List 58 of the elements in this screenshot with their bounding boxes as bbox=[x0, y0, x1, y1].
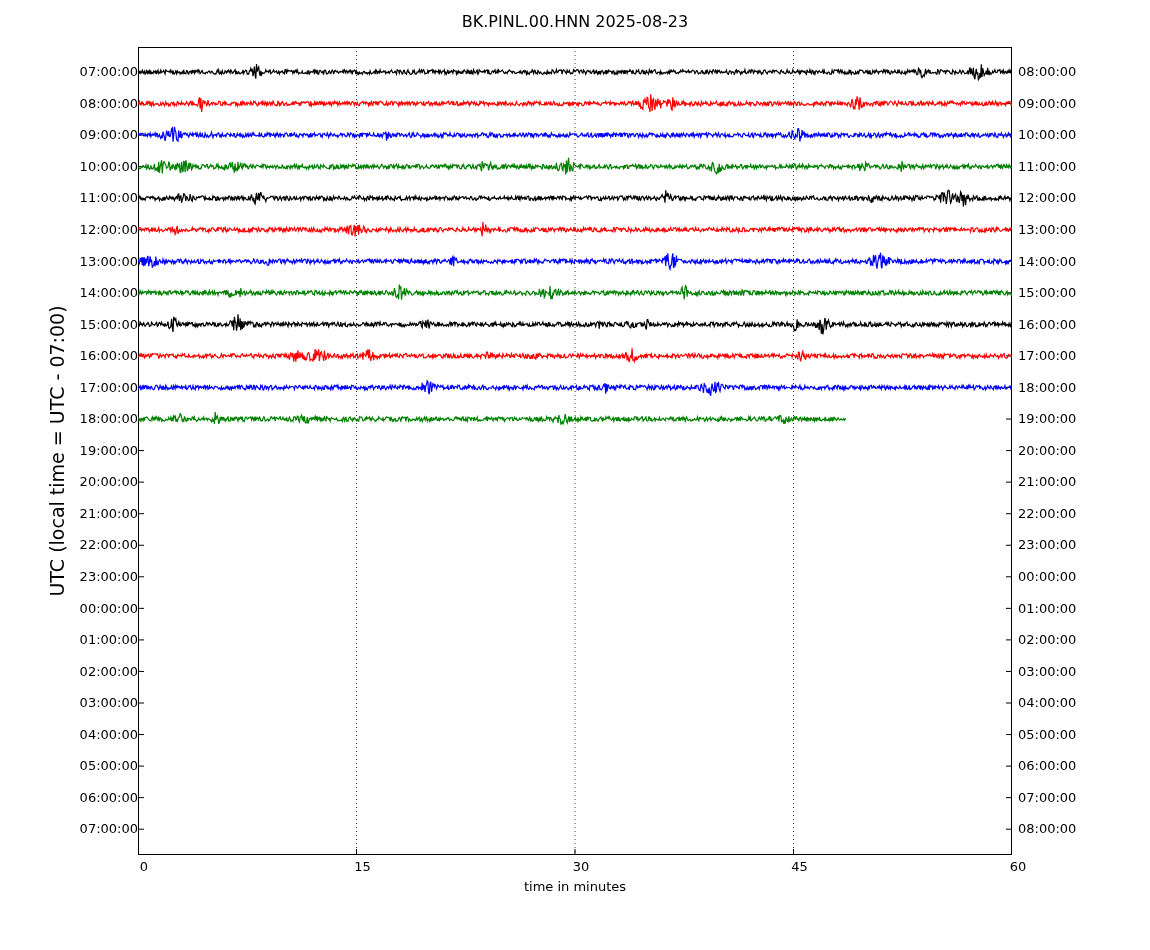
utc-time-label: 23:00:00 bbox=[79, 567, 138, 586]
utc-time-label: 13:00:00 bbox=[79, 252, 138, 271]
local-time-label: 09:00:00 bbox=[1018, 94, 1077, 113]
utc-time-label: 00:00:00 bbox=[79, 599, 138, 618]
x-tick-label: 0 bbox=[139, 859, 149, 874]
local-time-label: 11:00:00 bbox=[1018, 157, 1077, 176]
local-time-label: 10:00:00 bbox=[1018, 126, 1077, 145]
local-time-label: 08:00:00 bbox=[1018, 820, 1077, 839]
local-time-label: 06:00:00 bbox=[1018, 757, 1077, 776]
utc-time-label: 15:00:00 bbox=[79, 315, 138, 334]
utc-time-label: 09:00:00 bbox=[79, 126, 138, 145]
utc-time-label: 01:00:00 bbox=[79, 631, 138, 650]
utc-time-label: 06:00:00 bbox=[79, 788, 138, 807]
x-tick-label: 60 bbox=[1009, 859, 1027, 874]
utc-time-label: 16:00:00 bbox=[79, 347, 138, 366]
local-time-label: 19:00:00 bbox=[1018, 410, 1077, 429]
local-time-label: 20:00:00 bbox=[1018, 441, 1077, 460]
local-time-label: 17:00:00 bbox=[1018, 347, 1077, 366]
utc-time-label: 22:00:00 bbox=[79, 536, 138, 555]
local-time-label: 12:00:00 bbox=[1018, 189, 1077, 208]
utc-time-label: 02:00:00 bbox=[79, 662, 138, 681]
utc-time-label: 08:00:00 bbox=[79, 94, 138, 113]
local-time-label: 05:00:00 bbox=[1018, 725, 1077, 744]
local-time-label: 08:00:00 bbox=[1018, 63, 1077, 82]
utc-time-label: 12:00:00 bbox=[79, 220, 138, 239]
x-tick-label: 15 bbox=[354, 859, 371, 874]
local-time-label: 07:00:00 bbox=[1018, 788, 1077, 807]
y-axis-label: UTC (local time = UTC - 07:00) bbox=[46, 305, 68, 597]
local-time-label: 01:00:00 bbox=[1018, 599, 1077, 618]
local-time-label: 04:00:00 bbox=[1018, 694, 1077, 713]
local-time-label: 21:00:00 bbox=[1018, 473, 1077, 492]
local-time-label: 00:00:00 bbox=[1018, 567, 1077, 586]
utc-time-label: 05:00:00 bbox=[79, 757, 138, 776]
utc-time-label: 21:00:00 bbox=[79, 504, 138, 523]
utc-time-label: 18:00:00 bbox=[79, 410, 138, 429]
utc-time-label: 07:00:00 bbox=[79, 63, 138, 82]
local-time-label: 14:00:00 bbox=[1018, 252, 1077, 271]
local-time-label: 15:00:00 bbox=[1018, 284, 1077, 303]
utc-time-label: 03:00:00 bbox=[79, 694, 138, 713]
utc-time-label: 11:00:00 bbox=[79, 189, 138, 208]
utc-time-label: 19:00:00 bbox=[79, 441, 138, 460]
x-tick-label: 45 bbox=[791, 859, 808, 874]
local-time-label: 02:00:00 bbox=[1018, 631, 1077, 650]
x-tick-label: 30 bbox=[572, 859, 590, 874]
local-time-label: 23:00:00 bbox=[1018, 536, 1077, 555]
utc-time-label: 20:00:00 bbox=[79, 473, 138, 492]
utc-time-label: 07:00:00 bbox=[79, 820, 138, 839]
utc-time-label: 04:00:00 bbox=[79, 725, 138, 744]
chart-title: BK.PINL.00.HNN 2025-08-23 bbox=[461, 12, 689, 32]
utc-time-label: 17:00:00 bbox=[79, 378, 138, 397]
local-time-label: 03:00:00 bbox=[1018, 662, 1077, 681]
local-time-label: 16:00:00 bbox=[1018, 315, 1077, 334]
local-time-label: 18:00:00 bbox=[1018, 378, 1077, 397]
x-axis-label: time in minutes bbox=[523, 879, 627, 895]
local-time-label: 22:00:00 bbox=[1018, 504, 1077, 523]
local-time-label: 13:00:00 bbox=[1018, 220, 1077, 239]
utc-time-label: 14:00:00 bbox=[79, 284, 138, 303]
utc-time-label: 10:00:00 bbox=[79, 157, 138, 176]
